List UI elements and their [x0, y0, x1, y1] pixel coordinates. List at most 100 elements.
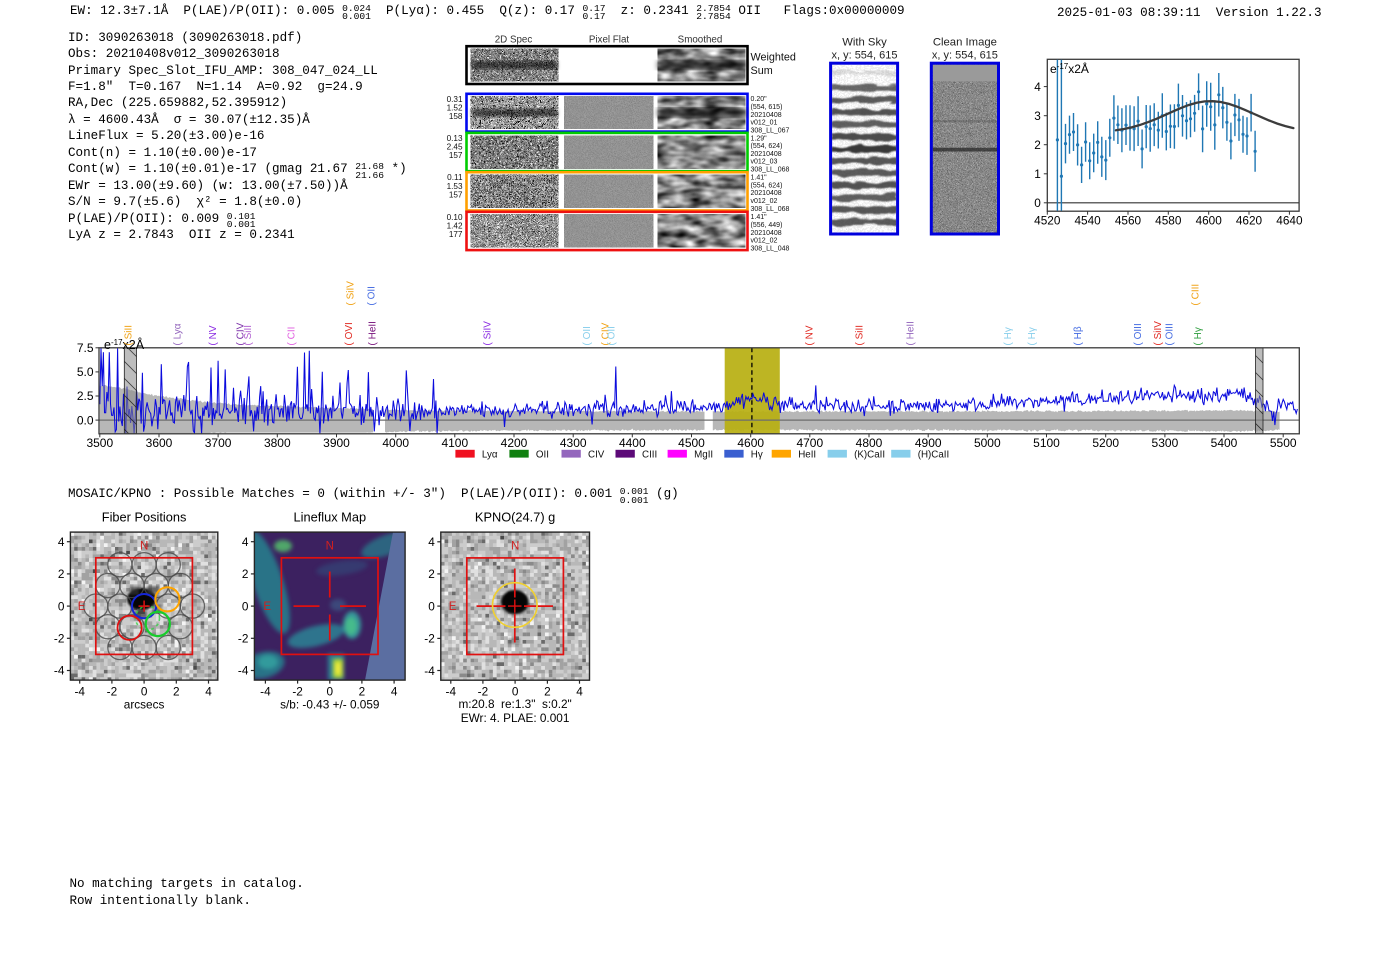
- svg-text:5100: 5100: [1033, 436, 1060, 450]
- svg-text:4900: 4900: [915, 436, 942, 450]
- svg-text:-2: -2: [54, 632, 65, 646]
- svg-text:5000: 5000: [974, 436, 1001, 450]
- svg-text:N: N: [326, 541, 334, 553]
- svg-text:2: 2: [242, 567, 249, 581]
- svg-text:1.41": 1.41": [751, 214, 768, 221]
- svg-text:5400: 5400: [1211, 436, 1238, 450]
- svg-text:-2: -2: [424, 632, 435, 646]
- svg-text:( SiII: ( SiII: [124, 325, 135, 346]
- svg-text:( SiIV: ( SiIV: [1153, 321, 1164, 346]
- svg-text:20210408: 20210408: [751, 151, 782, 158]
- svg-text:EWr: 4. PLAE: 0.001: EWr: 4. PLAE: 0.001: [461, 711, 570, 725]
- svg-text:Smoothed: Smoothed: [678, 35, 723, 46]
- svg-text:2: 2: [428, 567, 435, 581]
- svg-text:N: N: [140, 541, 148, 553]
- svg-text:v012_01: v012_01: [751, 120, 778, 127]
- svg-text:x, y: 554, 615: x, y: 554, 615: [831, 50, 897, 62]
- svg-text:2: 2: [173, 685, 180, 699]
- svg-text:4: 4: [391, 685, 398, 699]
- svg-text:( Hβ: ( Hβ: [1073, 326, 1084, 345]
- svg-text:157: 157: [449, 151, 463, 160]
- svg-text:( NV: ( NV: [208, 325, 219, 345]
- svg-text:5500: 5500: [1270, 436, 1297, 450]
- svg-text:4: 4: [576, 685, 583, 699]
- svg-text:4700: 4700: [796, 436, 823, 450]
- svg-text:4400: 4400: [619, 436, 646, 450]
- svg-text:E: E: [78, 601, 86, 613]
- svg-text:5300: 5300: [1152, 436, 1179, 450]
- svg-text:4: 4: [1034, 80, 1041, 94]
- svg-text:-4: -4: [238, 664, 249, 678]
- svg-text:5.0: 5.0: [77, 365, 94, 379]
- svg-text:2: 2: [58, 567, 65, 581]
- svg-text:OII: OII: [536, 450, 549, 461]
- svg-text:x, y: 554, 615: x, y: 554, 615: [932, 50, 998, 62]
- svg-text:4: 4: [428, 535, 435, 549]
- svg-text:4000: 4000: [382, 436, 409, 450]
- svg-text:( HeII: ( HeII: [905, 321, 916, 345]
- svg-text:N: N: [511, 541, 519, 553]
- svg-text:( SiII: ( SiII: [854, 325, 865, 346]
- svg-text:Pixel Flat: Pixel Flat: [589, 35, 630, 46]
- svg-text:2: 2: [359, 685, 366, 699]
- svg-text:3800: 3800: [264, 436, 291, 450]
- svg-text:308_LL_068: 308_LL_068: [751, 206, 790, 213]
- svg-text:-4: -4: [446, 685, 457, 699]
- svg-text:4580: 4580: [1155, 214, 1182, 228]
- svg-text:4: 4: [205, 685, 212, 699]
- svg-text:s/b: -0.43 +/- 0.059: s/b: -0.43 +/- 0.059: [280, 698, 379, 712]
- svg-text:Hγ: Hγ: [751, 450, 763, 461]
- svg-text:4620: 4620: [1236, 214, 1263, 228]
- svg-text:( SiIV: ( SiIV: [483, 321, 494, 346]
- svg-text:( OIII: ( OIII: [1164, 323, 1175, 345]
- svg-text:4100: 4100: [441, 436, 468, 450]
- svg-text:7.5: 7.5: [77, 341, 94, 355]
- svg-text:e-17x2Å: e-17x2Å: [1050, 61, 1089, 76]
- svg-text:-2: -2: [238, 632, 249, 646]
- svg-text:( SiIV: ( SiIV: [345, 281, 356, 306]
- svg-text:( NV: ( NV: [804, 325, 815, 345]
- svg-text:20210408: 20210408: [751, 112, 782, 119]
- svg-text:1.41": 1.41": [751, 175, 768, 182]
- svg-text:KPNO(24.7) g: KPNO(24.7) g: [475, 510, 555, 525]
- svg-text:157: 157: [449, 190, 463, 199]
- svg-text:2: 2: [1034, 138, 1041, 152]
- svg-text:158: 158: [449, 112, 463, 121]
- svg-text:3500: 3500: [86, 436, 113, 450]
- svg-text:E: E: [449, 601, 457, 613]
- svg-text:0: 0: [428, 599, 435, 613]
- svg-text:-2: -2: [292, 685, 303, 699]
- svg-text:-4: -4: [424, 664, 435, 678]
- svg-text:0: 0: [141, 685, 148, 699]
- svg-text:177: 177: [449, 230, 463, 239]
- svg-text:20210408: 20210408: [751, 190, 782, 197]
- svg-text:( OII: ( OII: [366, 286, 377, 305]
- svg-text:v012_02: v012_02: [751, 238, 778, 245]
- svg-text:(554, 624): (554, 624): [751, 182, 783, 189]
- svg-text:-4: -4: [74, 685, 85, 699]
- svg-text:0.0: 0.0: [77, 413, 94, 427]
- svg-text:Sum: Sum: [751, 65, 773, 77]
- svg-text:-4: -4: [54, 664, 65, 678]
- svg-text:-2: -2: [107, 685, 118, 699]
- svg-text:( Hγ: ( Hγ: [1027, 327, 1038, 345]
- svg-text:2D Spec: 2D Spec: [495, 35, 533, 46]
- svg-text:(554, 615): (554, 615): [751, 104, 783, 111]
- svg-text:4: 4: [58, 535, 65, 549]
- svg-text:v012_03: v012_03: [751, 159, 778, 166]
- svg-text:4600: 4600: [1196, 214, 1223, 228]
- svg-text:2.5: 2.5: [77, 389, 94, 403]
- svg-text:0: 0: [58, 599, 65, 613]
- svg-text:0.20": 0.20": [751, 96, 768, 103]
- svg-text:3: 3: [1034, 109, 1041, 123]
- svg-text:0: 0: [242, 599, 249, 613]
- svg-text:4300: 4300: [560, 436, 587, 450]
- svg-text:CIV: CIV: [588, 450, 605, 461]
- svg-text:5200: 5200: [1092, 436, 1119, 450]
- svg-text:( CIII: ( CIII: [1190, 284, 1201, 306]
- svg-text:(556, 449): (556, 449): [751, 222, 783, 229]
- svg-text:308_LL_068: 308_LL_068: [751, 167, 790, 174]
- svg-text:0: 0: [1034, 196, 1041, 210]
- svg-text:( OVI: ( OVI: [344, 322, 355, 345]
- svg-text:3900: 3900: [323, 436, 350, 450]
